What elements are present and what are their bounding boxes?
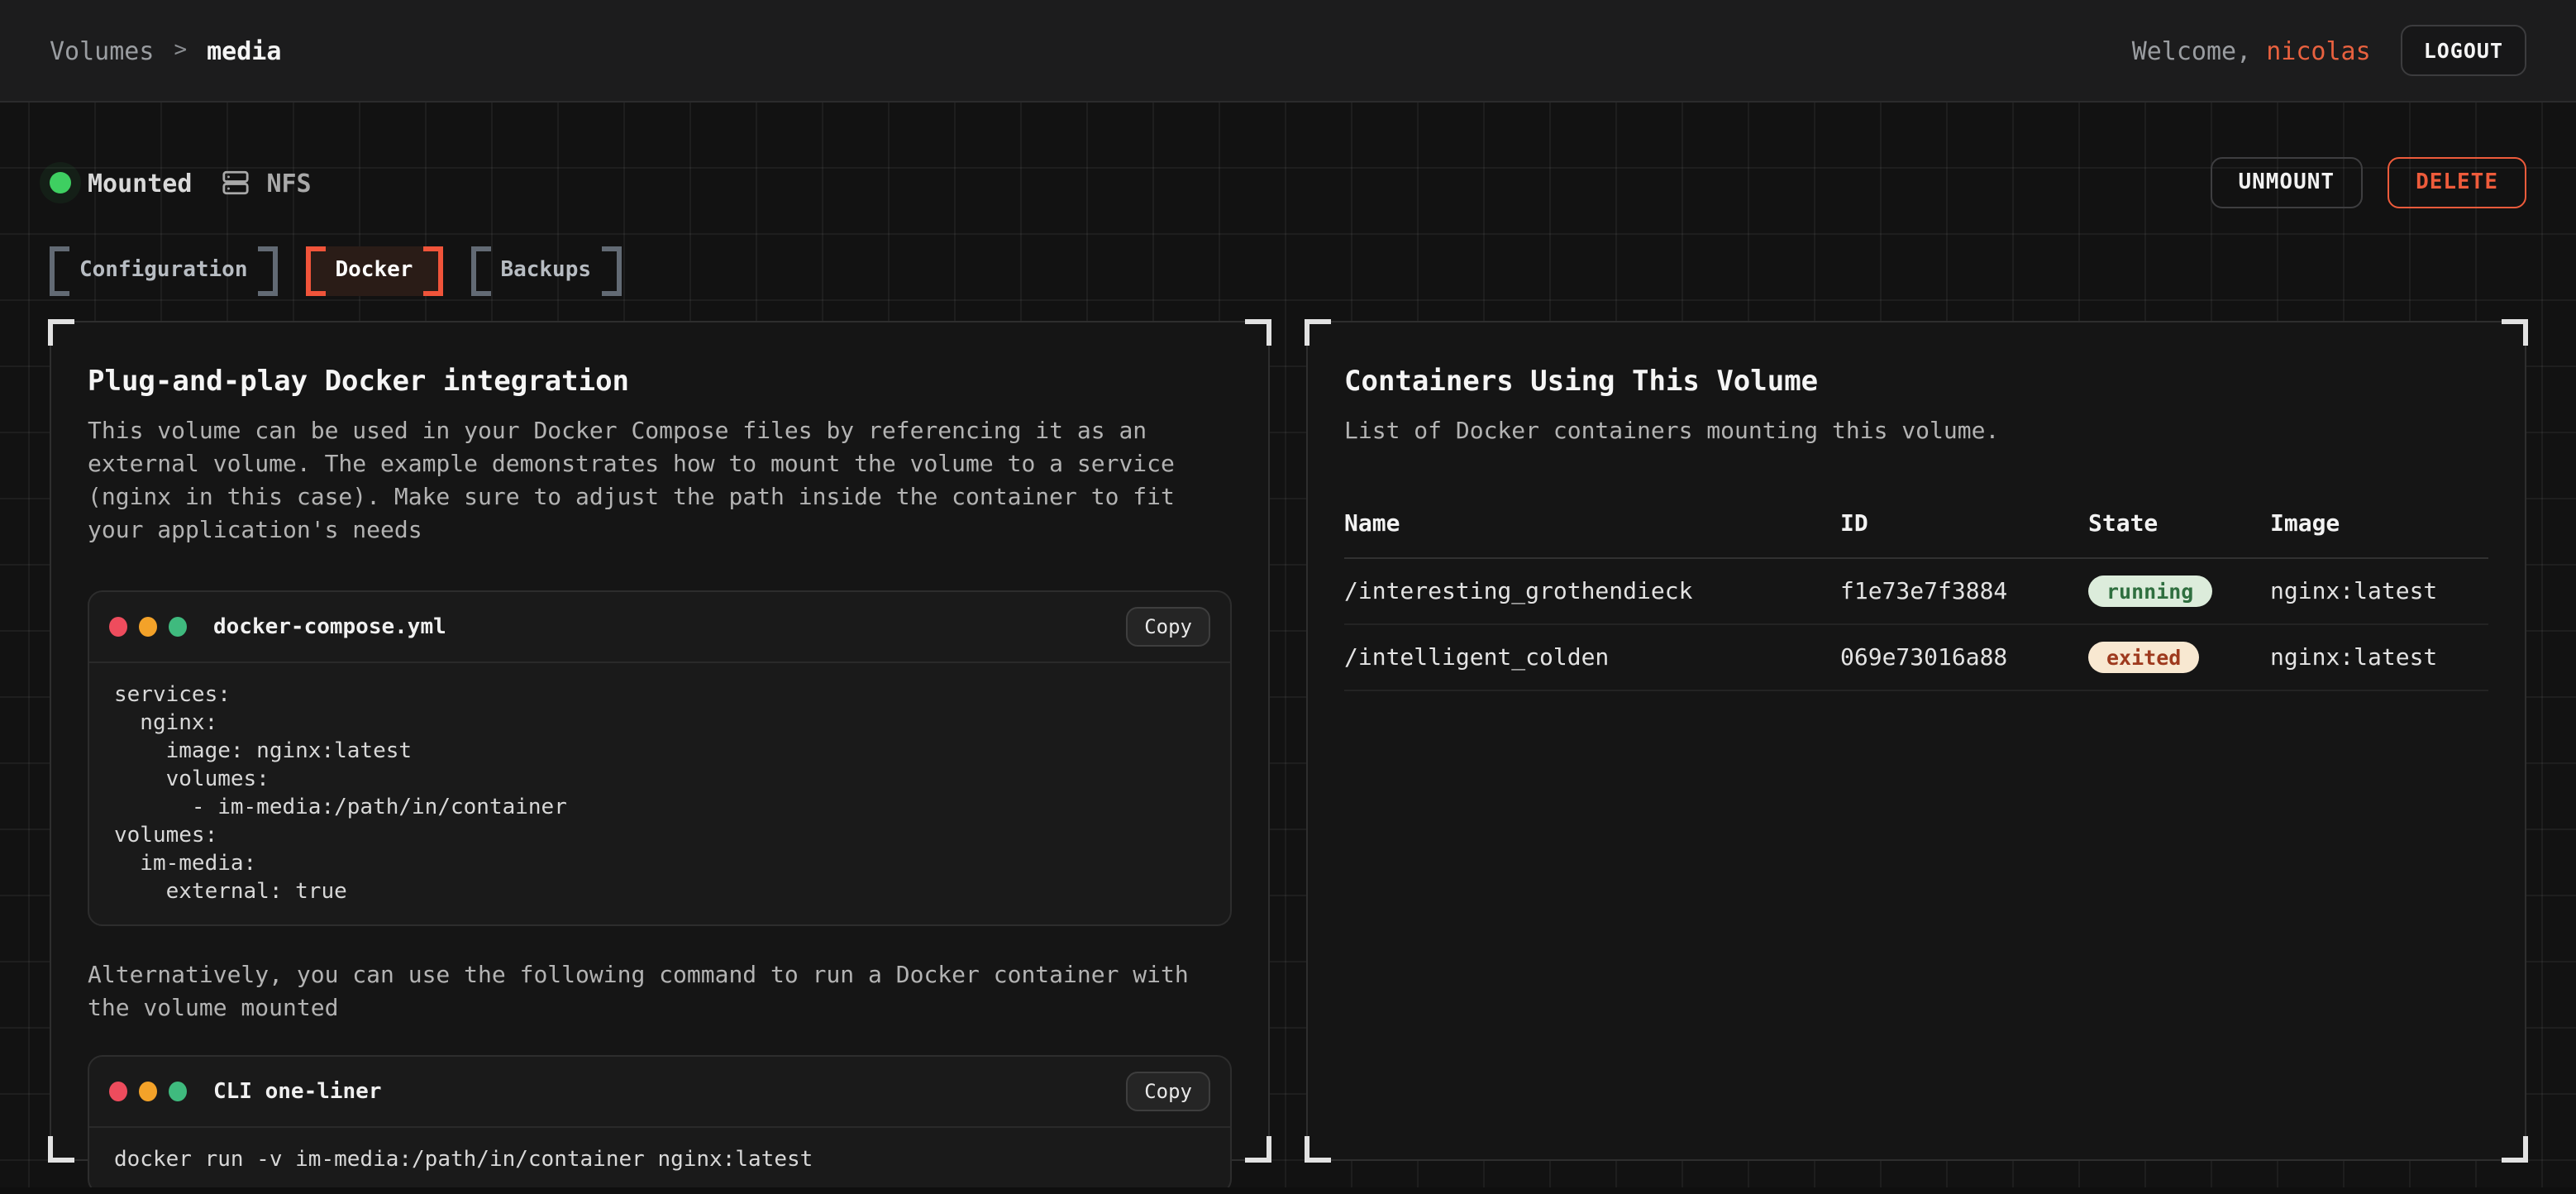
unmount-button[interactable]: UNMOUNT [2210,157,2363,208]
containers-panel-title: Containers Using This Volume [1344,365,2488,399]
table-body: /interesting_grothendieck f1e73e7f3884 r… [1344,559,2488,691]
traffic-red-icon [109,1082,127,1101]
breadcrumb: Volumes > media [50,36,281,65]
docker-panel-description: This volume can be used in your Docker C… [88,415,1232,547]
app-root: Volumes > media Welcome, nicolas LOGOUT … [0,0,2576,1194]
table-row: /intelligent_colden 069e73016a88 exited … [1344,625,2488,691]
column-header-image: Image [2270,511,2488,537]
traffic-yellow-icon [139,1082,157,1101]
panel-corner-bracket [48,319,74,346]
containers-panel-description: List of Docker containers mounting this … [1344,415,2488,448]
cli-code-header: CLI one-liner Copy [89,1057,1230,1128]
traffic-green-icon [169,1082,187,1101]
panel-corner-bracket [48,1136,74,1163]
cli-title: CLI one-liner [213,1079,382,1104]
tab-bar: Configuration Docker Backups [50,246,2526,296]
breadcrumb-volumes-link[interactable]: Volumes [50,36,154,65]
panel-corner-bracket [2502,1136,2528,1163]
panel-corner-bracket [1245,1136,1271,1163]
status-badge: exited [2088,642,2199,673]
compose-filename: docker-compose.yml [213,614,446,639]
traffic-red-icon [109,617,127,637]
top-bar: Volumes > media Welcome, nicolas LOGOUT [0,0,2576,103]
column-header-state: State [2088,511,2270,537]
docker-integration-panel: Plug-and-play Docker integration This vo… [50,321,1270,1161]
volume-actions: UNMOUNT DELETE [2210,157,2526,208]
copy-cli-button[interactable]: Copy [1126,1072,1210,1111]
traffic-green-icon [169,617,187,637]
column-header-id: ID [1840,511,2088,537]
container-id: f1e73e7f3884 [1840,578,2088,604]
panel-corner-bracket [1305,1136,1331,1163]
containers-panel: Containers Using This Volume List of Doc… [1306,321,2526,1161]
docker-panel-title: Plug-and-play Docker integration [88,365,1232,399]
volume-status-group: Mounted NFS [50,168,312,198]
table-row: /interesting_grothendieck f1e73e7f3884 r… [1344,559,2488,625]
welcome-text: Welcome, nicolas [2132,36,2371,65]
status-badge: running [2088,576,2211,607]
panels-row: Plug-and-play Docker integration This vo… [50,321,2526,1161]
table-header-row: Name ID State Image [1344,501,2488,559]
main-area: Mounted NFS UNMOUNT DELETE Configuration [0,103,2576,1194]
breadcrumb-separator-icon: > [174,38,187,63]
traffic-yellow-icon [139,617,157,637]
compose-code: services: nginx: image: nginx:latest vol… [89,663,1230,924]
container-state-cell: running [2088,576,2270,607]
panel-corner-bracket [2502,319,2528,346]
panel-corner-bracket [1245,319,1271,346]
traffic-lights-icon [109,1082,187,1101]
bottom-section-edge [0,1187,2576,1194]
mounted-status-label: Mounted [88,168,192,198]
top-bar-right: Welcome, nicolas LOGOUT [2132,25,2526,76]
cli-intro-text: Alternatively, you can use the following… [88,959,1232,1025]
column-header-name: Name [1344,511,1840,537]
cli-code-block: CLI one-liner Copy docker run -v im-medi… [88,1055,1232,1194]
compose-code-header: docker-compose.yml Copy [89,592,1230,663]
logout-button[interactable]: LOGOUT [2401,25,2526,76]
compose-code-block: docker-compose.yml Copy services: nginx:… [88,590,1232,926]
container-name: /intelligent_colden [1344,644,1840,671]
breadcrumb-current: media [207,36,281,65]
containers-table: Name ID State Image /interesting_grothen… [1344,501,2488,691]
copy-compose-button[interactable]: Copy [1126,607,1210,647]
container-name: /interesting_grothendieck [1344,578,1840,604]
mounted-status-dot-icon [50,172,71,193]
container-state-cell: exited [2088,642,2270,673]
container-id: 069e73016a88 [1840,644,2088,671]
container-image: nginx:latest [2270,644,2488,671]
panel-corner-bracket [1305,319,1331,346]
tab-docker[interactable]: Docker [306,246,443,296]
toolbar-row: Mounted NFS UNMOUNT DELETE [50,103,2526,208]
traffic-lights-icon [109,617,187,637]
delete-button[interactable]: DELETE [2388,157,2526,208]
cli-code: docker run -v im-media:/path/in/containe… [89,1128,1230,1192]
welcome-prefix: Welcome, [2132,36,2252,65]
server-icon [222,169,250,197]
tab-configuration[interactable]: Configuration [50,246,278,296]
username: nicolas [2266,36,2370,65]
container-image: nginx:latest [2270,578,2488,604]
driver-label: NFS [266,168,311,198]
tab-backups[interactable]: Backups [470,246,621,296]
